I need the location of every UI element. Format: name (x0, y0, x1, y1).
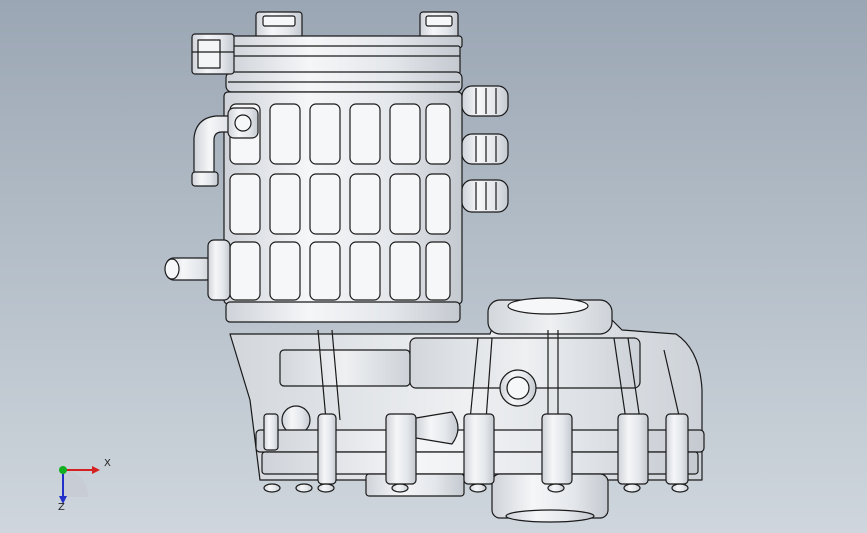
axis-triad: X Z (48, 452, 118, 522)
cable-gland-2 (461, 133, 509, 165)
z-axis-label: Z (58, 502, 65, 513)
coolant-inlet-pipe (164, 239, 231, 301)
breather-plug (499, 369, 537, 407)
connector-block (191, 33, 235, 75)
motor-top-cover (225, 35, 463, 93)
washer-row (263, 483, 689, 493)
mounting-bolts (263, 413, 689, 485)
motor-gearbox-model[interactable] (0, 0, 867, 533)
cable-gland-3 (461, 179, 509, 213)
cable-gland-1 (461, 85, 509, 117)
x-axis-label: X (104, 458, 111, 469)
triad-shade (63, 470, 89, 497)
y-axis-dot (59, 466, 67, 474)
x-axis-head (92, 466, 100, 474)
oil-seal (415, 411, 459, 445)
cad-viewport[interactable]: X Z (0, 0, 867, 533)
